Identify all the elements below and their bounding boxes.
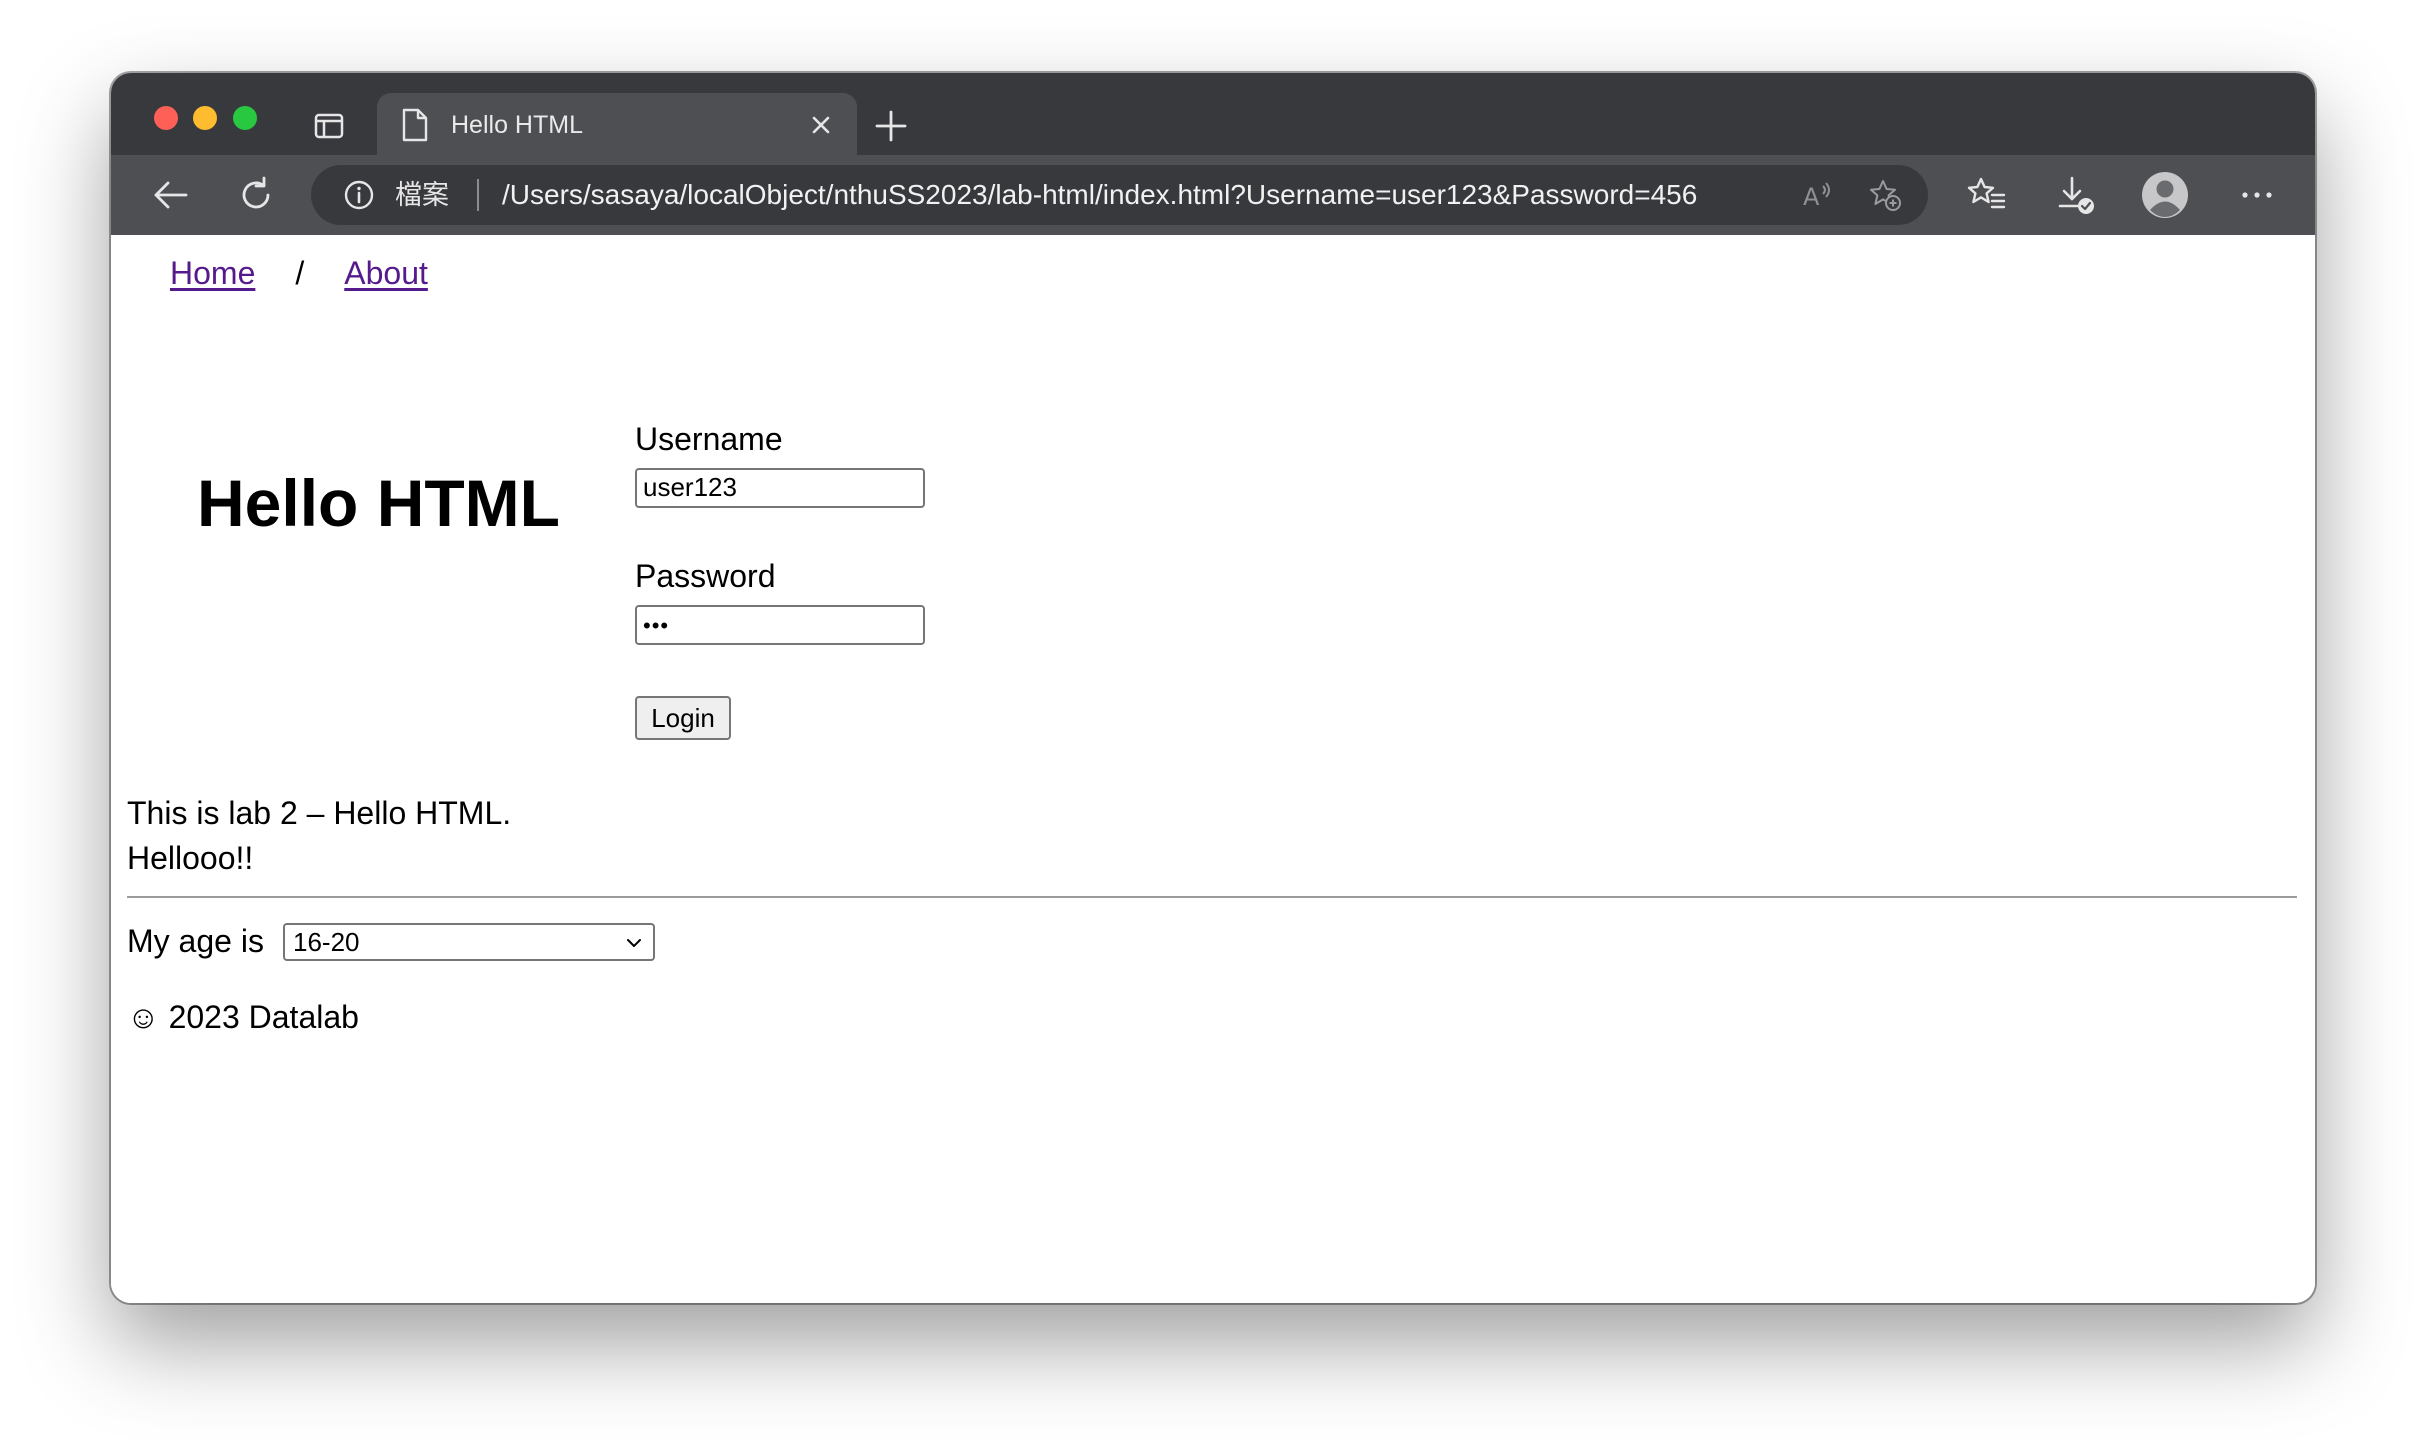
- reload-icon[interactable]: [234, 173, 278, 217]
- tab-strip: Hello HTML: [111, 73, 2315, 155]
- profile-avatar-icon[interactable]: [2141, 171, 2189, 219]
- intro-text: This is lab 2 – Hello HTML.: [127, 795, 512, 831]
- chevron-down-icon: [627, 939, 641, 947]
- username-input[interactable]: user123: [635, 468, 925, 508]
- add-favorite-icon[interactable]: [1867, 177, 1903, 213]
- page-icon: [402, 108, 428, 142]
- zoom-window-button[interactable]: [233, 106, 257, 130]
- horizontal-rule: [127, 896, 2297, 898]
- browser-window: Hello HTML 檔案 /Users/sasaya/localObject/…: [111, 73, 2315, 1303]
- info-icon[interactable]: [343, 179, 375, 211]
- downloads-icon[interactable]: [2054, 173, 2098, 217]
- minimize-window-button[interactable]: [193, 106, 217, 130]
- age-label: My age is: [127, 923, 264, 959]
- back-arrow-icon[interactable]: [148, 173, 192, 217]
- nav-separator: /: [295, 255, 305, 291]
- nav-link-about[interactable]: About: [344, 255, 428, 291]
- new-tab-icon[interactable]: [871, 106, 911, 146]
- footer-text: ☺ 2023 Datalab: [127, 999, 359, 1035]
- close-tab-icon[interactable]: [807, 111, 835, 139]
- svg-text:A: A: [1803, 183, 1820, 211]
- url-text[interactable]: /Users/sasaya/localObject/nthuSS2023/lab…: [502, 178, 1697, 212]
- login-button[interactable]: Login: [635, 696, 731, 740]
- password-label: Password: [635, 558, 776, 594]
- more-options-icon[interactable]: [2235, 173, 2279, 217]
- tab-hello-html[interactable]: Hello HTML: [377, 93, 857, 155]
- greeting-text: Hellooo!!: [127, 840, 254, 876]
- page-heading: Hello HTML: [197, 466, 560, 540]
- close-window-button[interactable]: [154, 106, 178, 130]
- address-bar[interactable]: 檔案 /Users/sasaya/localObject/nthuSS2023/…: [311, 165, 1928, 225]
- password-input[interactable]: •••: [635, 605, 925, 645]
- nav-link-home[interactable]: Home: [170, 255, 255, 291]
- file-scheme-label: 檔案: [395, 180, 449, 210]
- page-content: Home / About Hello HTML Username user123 P…: [111, 235, 2315, 1303]
- address-separator: [477, 179, 479, 211]
- favorites-icon[interactable]: [1964, 173, 2008, 217]
- tab-title: Hello HTML: [451, 111, 583, 139]
- password-mask: •••: [643, 613, 670, 638]
- read-aloud-icon[interactable]: A: [1799, 177, 1835, 213]
- age-select-value: 16-20: [293, 927, 360, 957]
- age-select[interactable]: 16-20: [283, 923, 655, 961]
- browser-toolbar: 檔案 /Users/sasaya/localObject/nthuSS2023/…: [111, 155, 2315, 235]
- username-label: Username: [635, 421, 783, 457]
- top-nav: Home / About: [170, 253, 428, 293]
- tab-actions-icon[interactable]: [314, 111, 344, 141]
